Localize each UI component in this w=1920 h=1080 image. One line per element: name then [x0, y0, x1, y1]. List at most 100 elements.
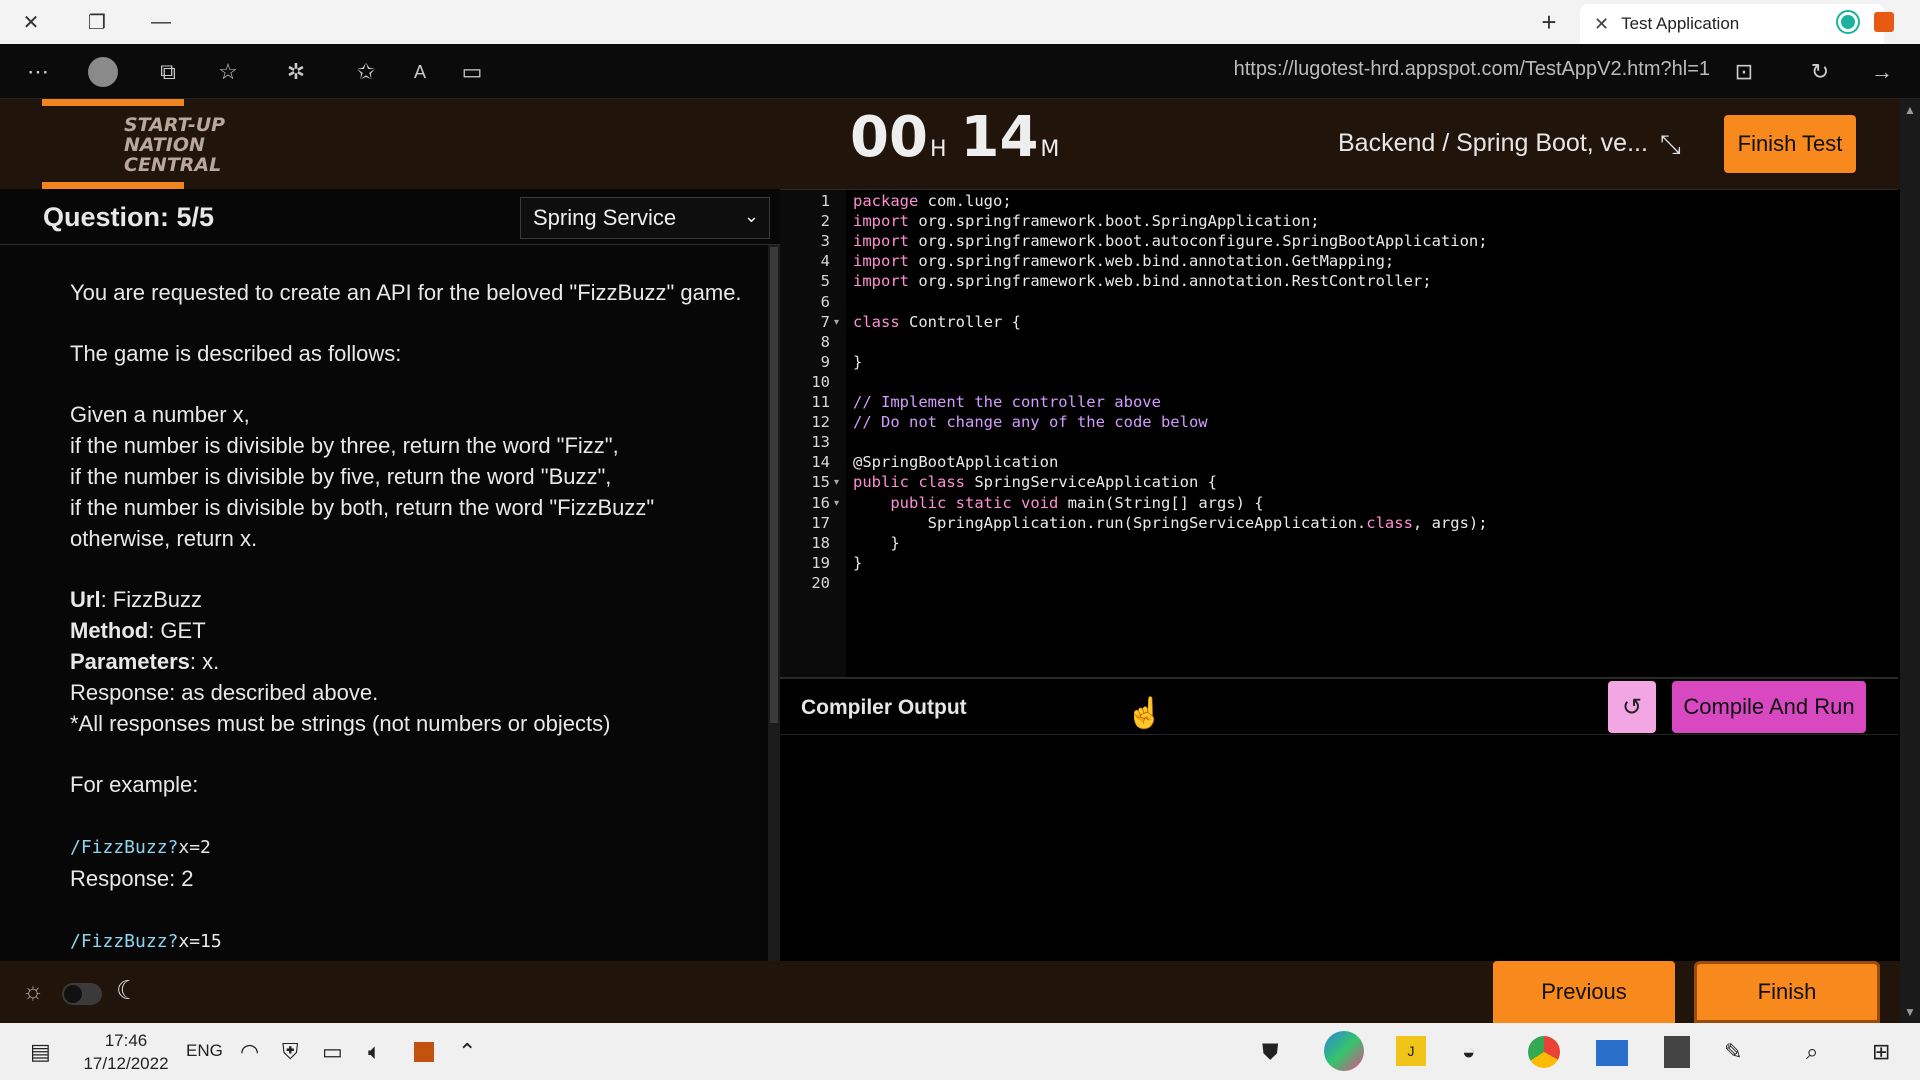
language-select[interactable]: Spring Service ⌄: [520, 197, 770, 239]
close-tab-icon[interactable]: ✕: [1594, 14, 1609, 35]
fold-arrow-icon[interactable]: ▾: [834, 317, 839, 328]
close-window-icon[interactable]: ✕: [0, 0, 62, 44]
scroll-up-icon[interactable]: ▲: [1904, 103, 1916, 117]
incognito-icon[interactable]: ◒: [1462, 1036, 1475, 1068]
forward-icon[interactable]: →: [1866, 56, 1898, 88]
code-line[interactable]: class Controller {: [853, 313, 1021, 331]
question-title: Question: 5/5: [43, 202, 215, 232]
compiler-output-title: Compiler Output: [801, 696, 967, 719]
refresh-icon[interactable]: ↻: [1804, 56, 1836, 88]
previous-button[interactable]: Previous: [1493, 961, 1675, 1023]
rule-line: if the number is divisible by five, retu…: [70, 464, 612, 489]
restore-window-icon[interactable]: ❐: [66, 0, 128, 44]
line-number: 5: [820, 272, 830, 291]
immersive-reader-icon[interactable]: ▭: [456, 56, 488, 88]
fold-arrow-icon[interactable]: ▾: [834, 498, 839, 509]
file-explorer-icon[interactable]: [1596, 1040, 1628, 1066]
sun-icon: ☼: [22, 978, 44, 1005]
browser-titlebar: ✕ ❐ — + ✕ Test Application: [0, 0, 1920, 44]
example-response-1: Response: 2: [70, 866, 194, 891]
line-number: 19: [811, 553, 830, 572]
finish-test-button[interactable]: Finish Test: [1724, 115, 1856, 173]
moon-icon: ☾: [116, 975, 140, 1005]
code-line[interactable]: }: [853, 534, 899, 552]
rule-line: otherwise, return x.: [70, 526, 258, 551]
reset-code-button[interactable]: ↺: [1608, 681, 1656, 733]
line-number: 10: [811, 372, 830, 391]
code-line[interactable]: import org.springframework.web.bind.anno…: [853, 272, 1432, 290]
code-line[interactable]: package com.lugo;: [853, 192, 1012, 210]
code-line[interactable]: import org.springframework.boot.autoconf…: [853, 232, 1488, 250]
code-editor[interactable]: 1 2 3 4 5 6 7 ▾ 8 9 10 11 12 13 14 15 ▾ 16 ▾ 17 18 19 20 packa…: [780, 189, 1898, 678]
code-line[interactable]: public static void main(String[] args) {: [853, 494, 1263, 512]
windows-start-icon[interactable]: ⊞: [1872, 1036, 1890, 1068]
ide-app-icon[interactable]: J: [1396, 1036, 1426, 1066]
profile-avatar-icon[interactable]: [88, 57, 118, 87]
read-aloud-icon[interactable]: A: [404, 56, 436, 88]
extension-icon[interactable]: [1838, 12, 1858, 32]
code-line[interactable]: }: [853, 554, 862, 572]
clock-time: 17:46: [104, 1031, 148, 1050]
code-line[interactable]: public class SpringServiceApplication {: [853, 473, 1217, 491]
battery-icon[interactable]: ▭: [322, 1036, 343, 1068]
pen-tool-icon[interactable]: ✎: [1724, 1036, 1742, 1068]
security-icon[interactable]: ⛨: [282, 1036, 299, 1068]
code-line[interactable]: }: [853, 353, 862, 371]
line-number-gutter: 1 2 3 4 5 6 7 ▾ 8 9 10 11 12 13 14 15 ▾ 16 ▾ 17 18 19 20: [780, 190, 846, 678]
code-line[interactable]: @SpringBootApplication: [853, 453, 1058, 471]
line-number: 18: [811, 533, 830, 552]
more-options-icon[interactable]: ⋯: [22, 56, 54, 88]
line-number: 16: [811, 493, 830, 512]
code-line[interactable]: import org.springframework.web.bind.anno…: [853, 252, 1394, 270]
chevron-down-icon: ⌄: [743, 206, 759, 226]
new-tab-icon[interactable]: +: [1518, 0, 1580, 44]
favorites-icon[interactable]: ☆: [212, 56, 244, 88]
address-bar[interactable]: https://lugotest-hrd.appspot.com/TestApp…: [1230, 58, 1710, 81]
compiler-output-panel: Compiler Output ↺ Compile And Run: [780, 677, 1898, 961]
page-scrollbar[interactable]: ▲ ▼: [1900, 99, 1920, 1023]
input-language[interactable]: ENG: [186, 1041, 223, 1061]
line-number: 20: [811, 573, 830, 592]
browser-toolbar: ⋯ ⧉ ☆ ✲ ✩ A ▭ https://lugotest-hrd.appsp…: [0, 44, 1920, 99]
code-line[interactable]: // Implement the controller above: [853, 393, 1161, 411]
countdown-timer: 00 H 14 M: [850, 105, 1060, 170]
line-number: 8: [820, 332, 830, 351]
code-line[interactable]: // Do not change any of the code below: [853, 413, 1208, 431]
theme-toggle[interactable]: [62, 983, 102, 1005]
logo-text: START-UP NATION CENTRAL: [124, 114, 226, 176]
line-number: 6: [820, 292, 830, 311]
line-number: 2: [820, 212, 830, 231]
code-line[interactable]: SpringApplication.run(SpringServiceAppli…: [853, 514, 1488, 532]
line-number: 15: [811, 473, 830, 492]
line-number: 7: [820, 312, 830, 331]
tab-title: Test Application: [1621, 14, 1740, 33]
chrome-icon[interactable]: [1528, 1036, 1560, 1068]
notification-icon[interactable]: ▤: [30, 1036, 51, 1068]
taskbar-clock[interactable]: 17:46 17/12/2022: [78, 1029, 174, 1075]
minimize-window-icon[interactable]: —: [130, 0, 192, 44]
rule-line: if the number is divisible by both, retu…: [70, 495, 655, 520]
profile-extension-icon[interactable]: [1874, 12, 1894, 32]
code-line[interactable]: import org.springframework.boot.SpringAp…: [853, 212, 1320, 230]
office-app-icon[interactable]: [414, 1042, 434, 1062]
finish-button[interactable]: Finish: [1694, 961, 1880, 1023]
edge-browser-icon[interactable]: [1324, 1031, 1364, 1071]
response-spec: Response: as described above.: [70, 680, 379, 705]
defender-icon[interactable]: ⛊: [1262, 1036, 1279, 1068]
calculator-icon[interactable]: [1664, 1036, 1690, 1068]
show-hidden-icons-icon[interactable]: ⌃: [458, 1036, 476, 1068]
extensions-icon[interactable]: ✲: [280, 56, 312, 88]
question-scrollbar[interactable]: [768, 245, 780, 961]
collections-icon[interactable]: ⧉: [152, 56, 184, 88]
wifi-icon[interactable]: ◠: [240, 1036, 259, 1068]
question-header: Question: 5/5 Spring Service ⌄: [0, 189, 780, 245]
app-header: START-UP NATION CENTRAL 00 H 14 M Backend …: [0, 99, 1900, 189]
volume-icon[interactable]: 🔈︎: [368, 1036, 381, 1068]
collapse-icon[interactable]: ⤡: [1660, 129, 1681, 161]
fold-arrow-icon[interactable]: ▾: [834, 477, 839, 488]
scroll-down-icon[interactable]: ▼: [1904, 1005, 1916, 1019]
compile-and-run-button[interactable]: Compile And Run: [1672, 681, 1866, 733]
compiler-output-header: Compiler Output ↺ Compile And Run: [780, 679, 1898, 735]
add-favorite-icon[interactable]: ✩: [350, 56, 382, 88]
search-icon[interactable]: ⌕: [1806, 1036, 1818, 1068]
